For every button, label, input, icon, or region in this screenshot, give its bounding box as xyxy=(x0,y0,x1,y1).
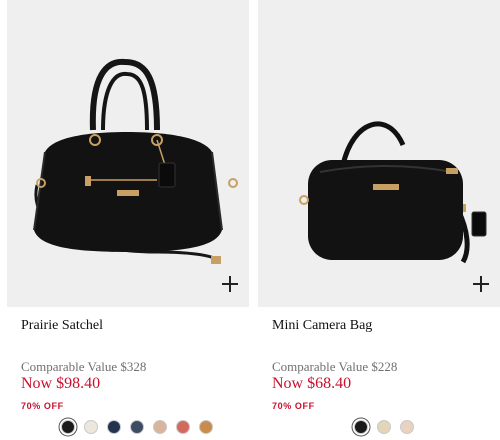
product-name[interactable]: Mini Camera Bag xyxy=(272,318,372,334)
comparable-value: Comparable Value $328 xyxy=(21,359,147,374)
color-swatch[interactable] xyxy=(153,420,167,434)
color-swatch[interactable] xyxy=(107,420,121,434)
color-swatch[interactable] xyxy=(61,420,75,434)
color-swatch[interactable] xyxy=(199,420,213,434)
add-to-bag-plus-icon[interactable] xyxy=(219,273,241,295)
sale-price: Now $98.40 xyxy=(21,375,101,392)
sale-price: Now $68.40 xyxy=(272,375,352,392)
product-image[interactable] xyxy=(258,0,500,307)
color-swatch[interactable] xyxy=(400,420,414,434)
color-swatches xyxy=(352,420,422,436)
camera-bag-image xyxy=(299,121,487,264)
color-swatch[interactable] xyxy=(377,420,391,434)
product-name[interactable]: Prairie Satchel xyxy=(21,318,103,334)
satchel-bag-image xyxy=(33,58,238,264)
add-to-bag-plus-icon[interactable] xyxy=(470,273,492,295)
color-swatch[interactable] xyxy=(130,420,144,434)
product-card-prairie-satchel[interactable]: Prairie Satchel Comparable Value $328 No… xyxy=(7,0,249,440)
product-card-mini-camera-bag[interactable]: Mini Camera Bag Comparable Value $228 No… xyxy=(258,0,500,440)
color-swatch[interactable] xyxy=(354,420,368,434)
product-image[interactable] xyxy=(7,0,249,307)
comparable-value: Comparable Value $228 xyxy=(272,359,398,374)
discount-badge: 70% OFF xyxy=(272,401,315,411)
color-swatch[interactable] xyxy=(176,420,190,434)
discount-badge: 70% OFF xyxy=(21,401,64,411)
color-swatches xyxy=(57,420,217,436)
color-swatch[interactable] xyxy=(84,420,98,434)
